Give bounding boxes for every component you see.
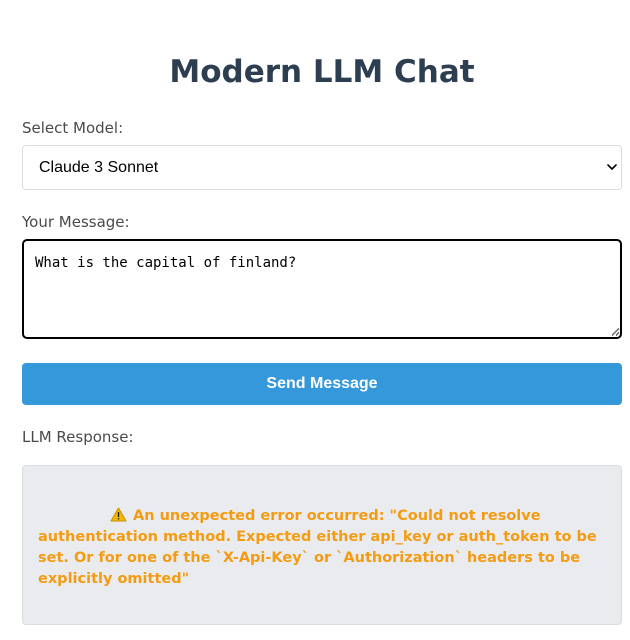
send-message-button[interactable]: Send Message [22, 363, 622, 405]
llm-response-label: LLM Response: [22, 428, 134, 446]
message-input[interactable]: What is the capital of finland? [22, 239, 622, 339]
model-select-value: Claude 3 Sonnet [39, 159, 159, 176]
resize-grip-icon[interactable] [610, 326, 620, 336]
page-title: Modern LLM Chat [169, 54, 475, 90]
chevron-down-icon [607, 164, 617, 170]
response-message: An unexpected error occurred: "Could not… [38, 506, 608, 590]
select-model-label: Select Model: [22, 119, 124, 137]
warning-icon [110, 507, 127, 522]
your-message-label: Your Message: [22, 213, 130, 231]
model-select[interactable]: Claude 3 Sonnet [22, 145, 622, 190]
response-box: An unexpected error occurred: "Could not… [22, 465, 622, 625]
